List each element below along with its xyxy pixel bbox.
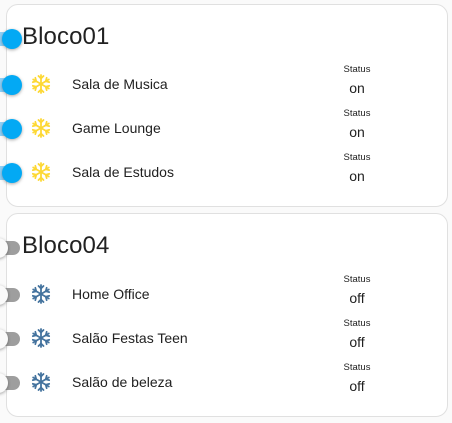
entity-row[interactable]: Game Lounge Status on <box>0 106 447 150</box>
card-title: Bloco04 <box>22 232 110 259</box>
entity-name[interactable]: Game Lounge <box>72 119 161 137</box>
status-caption: Status <box>343 64 371 75</box>
entity-name[interactable]: Home Office <box>72 285 150 303</box>
entity-toggle[interactable] <box>0 285 22 305</box>
status-caption: Status <box>343 318 371 329</box>
snowflake-icon <box>29 160 53 184</box>
entity-toggle[interactable] <box>0 75 22 95</box>
status-info: Status off <box>337 362 377 394</box>
entities-card-bloco01: Bloco01 Sala de Musica Status on Game Lo… <box>0 4 448 207</box>
entity-row[interactable]: Sala de Estudos Status on <box>0 150 447 194</box>
status-value: off <box>349 334 365 350</box>
card-header: Bloco04 <box>0 214 447 280</box>
toggle-thumb <box>2 163 22 183</box>
status-caption: Status <box>343 362 371 373</box>
entity-row[interactable]: Home Office Status off <box>0 272 447 316</box>
snowflake-icon <box>29 116 53 140</box>
toggle-thumb <box>2 29 22 49</box>
entity-name[interactable]: Salão de beleza <box>72 373 172 391</box>
toggle-thumb <box>2 75 22 95</box>
entity-name[interactable]: Sala de Musica <box>72 75 168 93</box>
status-value: on <box>349 124 365 140</box>
entity-toggle[interactable] <box>0 373 22 393</box>
entity-row[interactable]: Salão Festas Teen Status off <box>0 316 447 360</box>
toggle-thumb <box>2 119 22 139</box>
group-toggle[interactable] <box>0 29 22 49</box>
status-value: off <box>349 290 365 306</box>
entities-card-bloco04: Bloco04 Home Office Status off Salão Fes… <box>0 213 448 417</box>
snowflake-icon <box>29 282 53 306</box>
snowflake-icon <box>29 326 53 350</box>
entity-row[interactable]: Salão de beleza Status off <box>0 360 447 404</box>
entity-name[interactable]: Salão Festas Teen <box>72 329 188 347</box>
group-toggle[interactable] <box>0 238 22 258</box>
entity-toggle[interactable] <box>0 329 22 349</box>
snowflake-icon <box>29 72 53 96</box>
entity-toggle[interactable] <box>0 119 22 139</box>
entity-name[interactable]: Sala de Estudos <box>72 163 174 181</box>
status-info: Status off <box>337 318 377 350</box>
status-info: Status on <box>337 64 377 96</box>
status-caption: Status <box>343 108 371 119</box>
snowflake-icon <box>29 370 53 394</box>
status-info: Status off <box>337 274 377 306</box>
status-value: on <box>349 80 365 96</box>
status-caption: Status <box>343 274 371 285</box>
entity-row[interactable]: Sala de Musica Status on <box>0 62 447 106</box>
status-value: on <box>349 168 365 184</box>
status-info: Status on <box>337 152 377 184</box>
card-title: Bloco01 <box>22 23 110 50</box>
status-info: Status on <box>337 108 377 140</box>
status-caption: Status <box>343 152 371 163</box>
entity-toggle[interactable] <box>0 163 22 183</box>
status-value: off <box>349 378 365 394</box>
